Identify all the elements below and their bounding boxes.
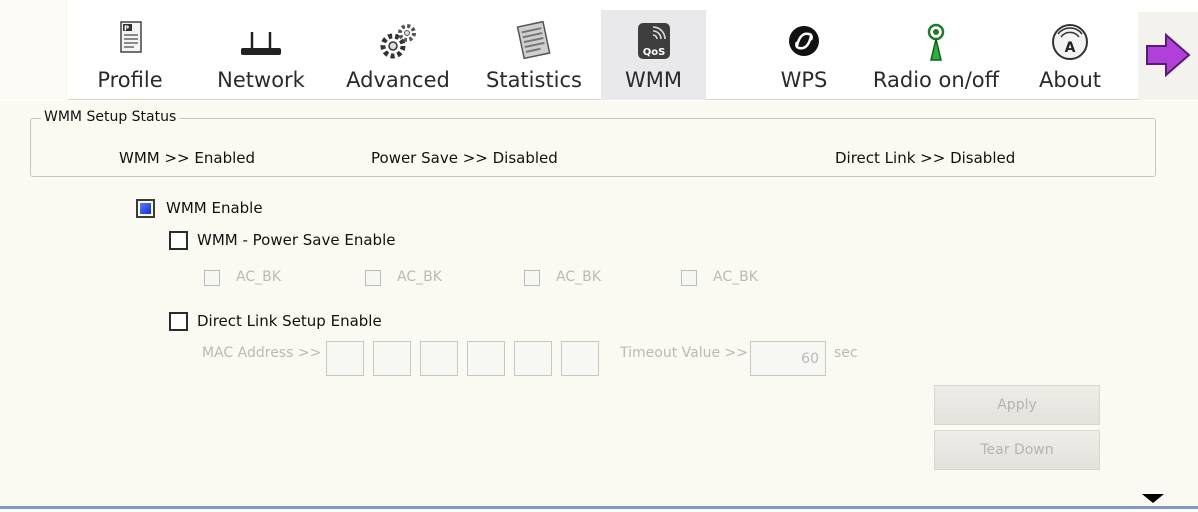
power-save-enable-label: WMM - Power Save Enable — [197, 231, 396, 249]
ac-label-3: AC_BK — [556, 269, 601, 285]
tab-label: Statistics — [486, 68, 582, 92]
mac-octet-input-6[interactable] — [561, 341, 599, 376]
tab-statistics[interactable]: Statistics — [478, 10, 590, 100]
qos-icon: QoS — [637, 23, 670, 59]
wps-icon — [789, 26, 819, 56]
ac-checkbox-4[interactable] — [681, 270, 697, 286]
toolbar-left-margin — [0, 0, 68, 100]
status-power-save: Power Save >> Disabled — [371, 149, 558, 167]
svg-text:P: P — [124, 25, 129, 33]
tab-about[interactable]: A About — [1030, 10, 1110, 100]
mac-octet-input-1[interactable] — [326, 341, 364, 376]
tab-profile[interactable]: P Profile — [80, 10, 180, 100]
mac-octet-input-3[interactable] — [420, 341, 458, 376]
toolbar-next-button[interactable] — [1138, 12, 1198, 100]
wmm-enable-checkbox[interactable] — [136, 199, 155, 218]
apply-button[interactable]: Apply — [934, 385, 1100, 425]
arrow-right-icon — [1146, 32, 1191, 78]
gears-icon — [380, 24, 416, 59]
mac-address-label: MAC Address >> — [202, 345, 322, 361]
group-legend: WMM Setup Status — [41, 109, 180, 125]
mac-octet-input-4[interactable] — [467, 341, 505, 376]
direct-link-enable-checkbox[interactable] — [169, 312, 188, 331]
ac-checkbox-2[interactable] — [365, 270, 381, 286]
wmm-enable-label: WMM Enable — [166, 199, 263, 217]
tab-label: Radio on/off — [872, 68, 1000, 92]
tab-label: WPS — [780, 68, 828, 92]
tab-radio-onoff[interactable]: Radio on/off — [868, 10, 1004, 100]
ac-label-2: AC_BK — [397, 269, 442, 285]
scroll-down-button[interactable] — [1108, 494, 1198, 506]
profile-icon: P — [120, 21, 142, 53]
timeout-unit: sec — [834, 345, 858, 361]
ac-checkbox-1[interactable] — [204, 270, 220, 286]
tab-network[interactable]: Network — [208, 10, 314, 100]
tab-label: Network — [217, 68, 305, 92]
svg-text:QoS: QoS — [642, 47, 665, 58]
svg-text:A: A — [1065, 40, 1076, 56]
wmm-settings-panel: WMM Setup Status WMM >> Enabled Power Sa… — [0, 101, 1198, 506]
tab-label: Profile — [97, 68, 163, 92]
ac-checkbox-3[interactable] — [524, 270, 540, 286]
tab-wps[interactable]: WPS — [756, 10, 852, 100]
ac-label-4: AC_BK — [713, 269, 758, 285]
radio-antenna-icon — [927, 23, 945, 61]
tab-wmm[interactable]: QoS WMM — [601, 10, 706, 100]
ac-label-1: AC_BK — [236, 269, 281, 285]
tab-advanced[interactable]: Advanced — [344, 10, 452, 100]
mac-octet-input-5[interactable] — [514, 341, 552, 376]
tear-down-button[interactable]: Tear Down — [934, 430, 1100, 470]
status-direct-link: Direct Link >> Disabled — [835, 149, 1016, 167]
triangle-down-icon — [1142, 494, 1164, 503]
tab-label: WMM — [624, 68, 682, 92]
direct-link-enable-label: Direct Link Setup Enable — [197, 312, 382, 330]
tab-label: Advanced — [346, 68, 450, 92]
mac-octet-input-2[interactable] — [373, 341, 411, 376]
tab-label: About — [1038, 68, 1102, 92]
network-icon — [241, 32, 281, 55]
toolbar: P Profile Network Advanced Statistics Qo… — [0, 0, 1198, 100]
power-save-enable-checkbox[interactable] — [169, 231, 188, 250]
about-icon: A — [1052, 24, 1088, 60]
timeout-label: Timeout Value >> — [620, 345, 748, 361]
bottom-border — [0, 506, 1198, 509]
timeout-input[interactable]: 60 — [750, 341, 826, 376]
wmm-setup-status-group: WMM Setup Status WMM >> Enabled Power Sa… — [30, 109, 1156, 177]
statistics-icon — [516, 20, 551, 60]
status-wmm: WMM >> Enabled — [119, 149, 256, 167]
